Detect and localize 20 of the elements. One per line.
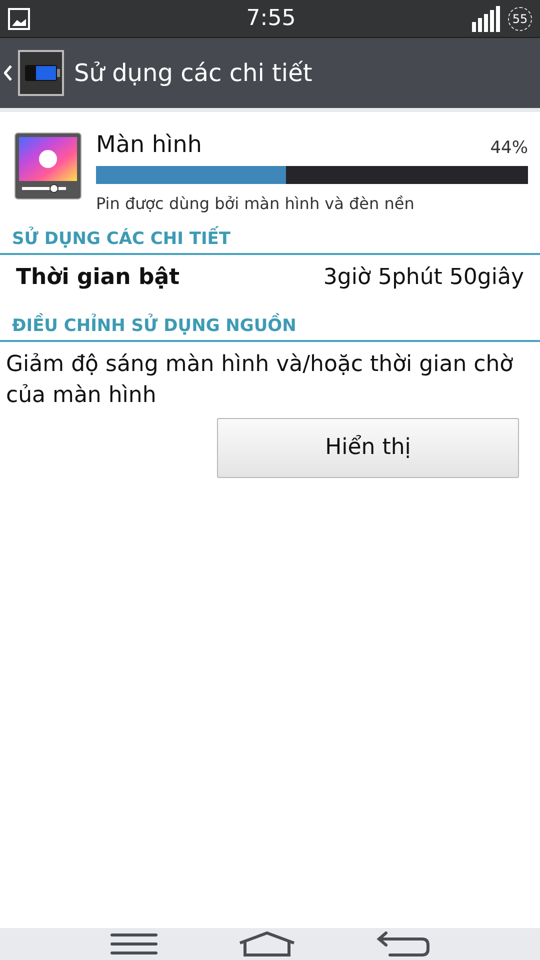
clock-time: 7:55 (245, 6, 297, 31)
show-button[interactable]: Hiển thị (217, 418, 519, 478)
menu-icon[interactable] (110, 931, 158, 957)
battery-level: 55 (508, 6, 532, 30)
back-icon[interactable] (4, 65, 12, 81)
battery-icon (18, 50, 64, 96)
item-name: Màn hình (96, 132, 202, 158)
usage-percent: 44% (490, 138, 528, 158)
usage-description: Pin được dùng bởi màn hình và đèn nền (96, 194, 416, 213)
display-settings-icon (14, 132, 82, 200)
section-header: SỬ DỤNG CÁC CHI TIẾT (0, 219, 540, 255)
row-label: Thời gian bật (16, 265, 180, 290)
home-icon[interactable] (238, 931, 296, 957)
advice-text: Giảm độ sáng màn hình và/hoặc thời gian chờ của màn hình (5, 351, 514, 410)
back-arrow-icon[interactable] (376, 931, 430, 957)
section-header: ĐIỀU CHỈNH SỬ DỤNG NGUỒN (0, 306, 540, 342)
screen-title: Sử dụng các chi tiết (74, 59, 312, 87)
row-value: 3giờ 5phút 50giây (323, 265, 524, 290)
picture-icon (8, 8, 30, 30)
signal-icon (472, 5, 502, 32)
